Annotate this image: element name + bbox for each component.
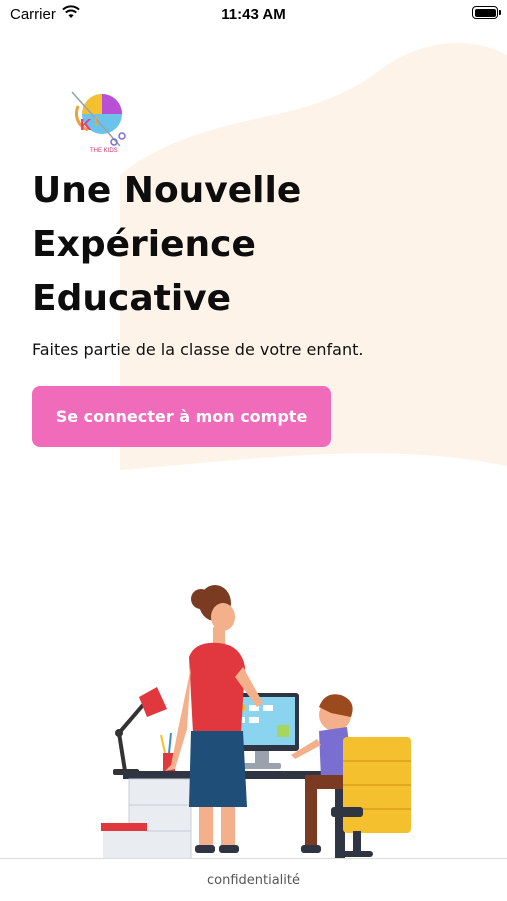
svg-text:I: I [94,114,98,129]
app-logo-icon: K I THE KIDS [71,91,126,154]
svg-text:K: K [80,117,92,134]
headline-line-1: Une Nouvelle [32,170,302,211]
svg-text:THE KIDS: THE KIDS [90,148,118,154]
headline: Une Nouvelle Expérience Educative [32,164,472,326]
footer: confidentialité [0,858,507,901]
battery-icon [472,6,501,19]
headline-line-3: Educative [32,278,232,319]
status-bar: Carrier 11:43 AM [0,0,507,30]
privacy-link[interactable]: confidentialité [0,873,507,888]
teacher-student-computer-illustration [101,585,411,860]
subtitle: Faites partie de la classe de votre enfa… [32,340,364,359]
status-time: 11:43 AM [221,6,286,23]
login-button[interactable]: Se connecter à mon compte [32,386,331,447]
headline-line-2: Expérience [32,224,256,265]
